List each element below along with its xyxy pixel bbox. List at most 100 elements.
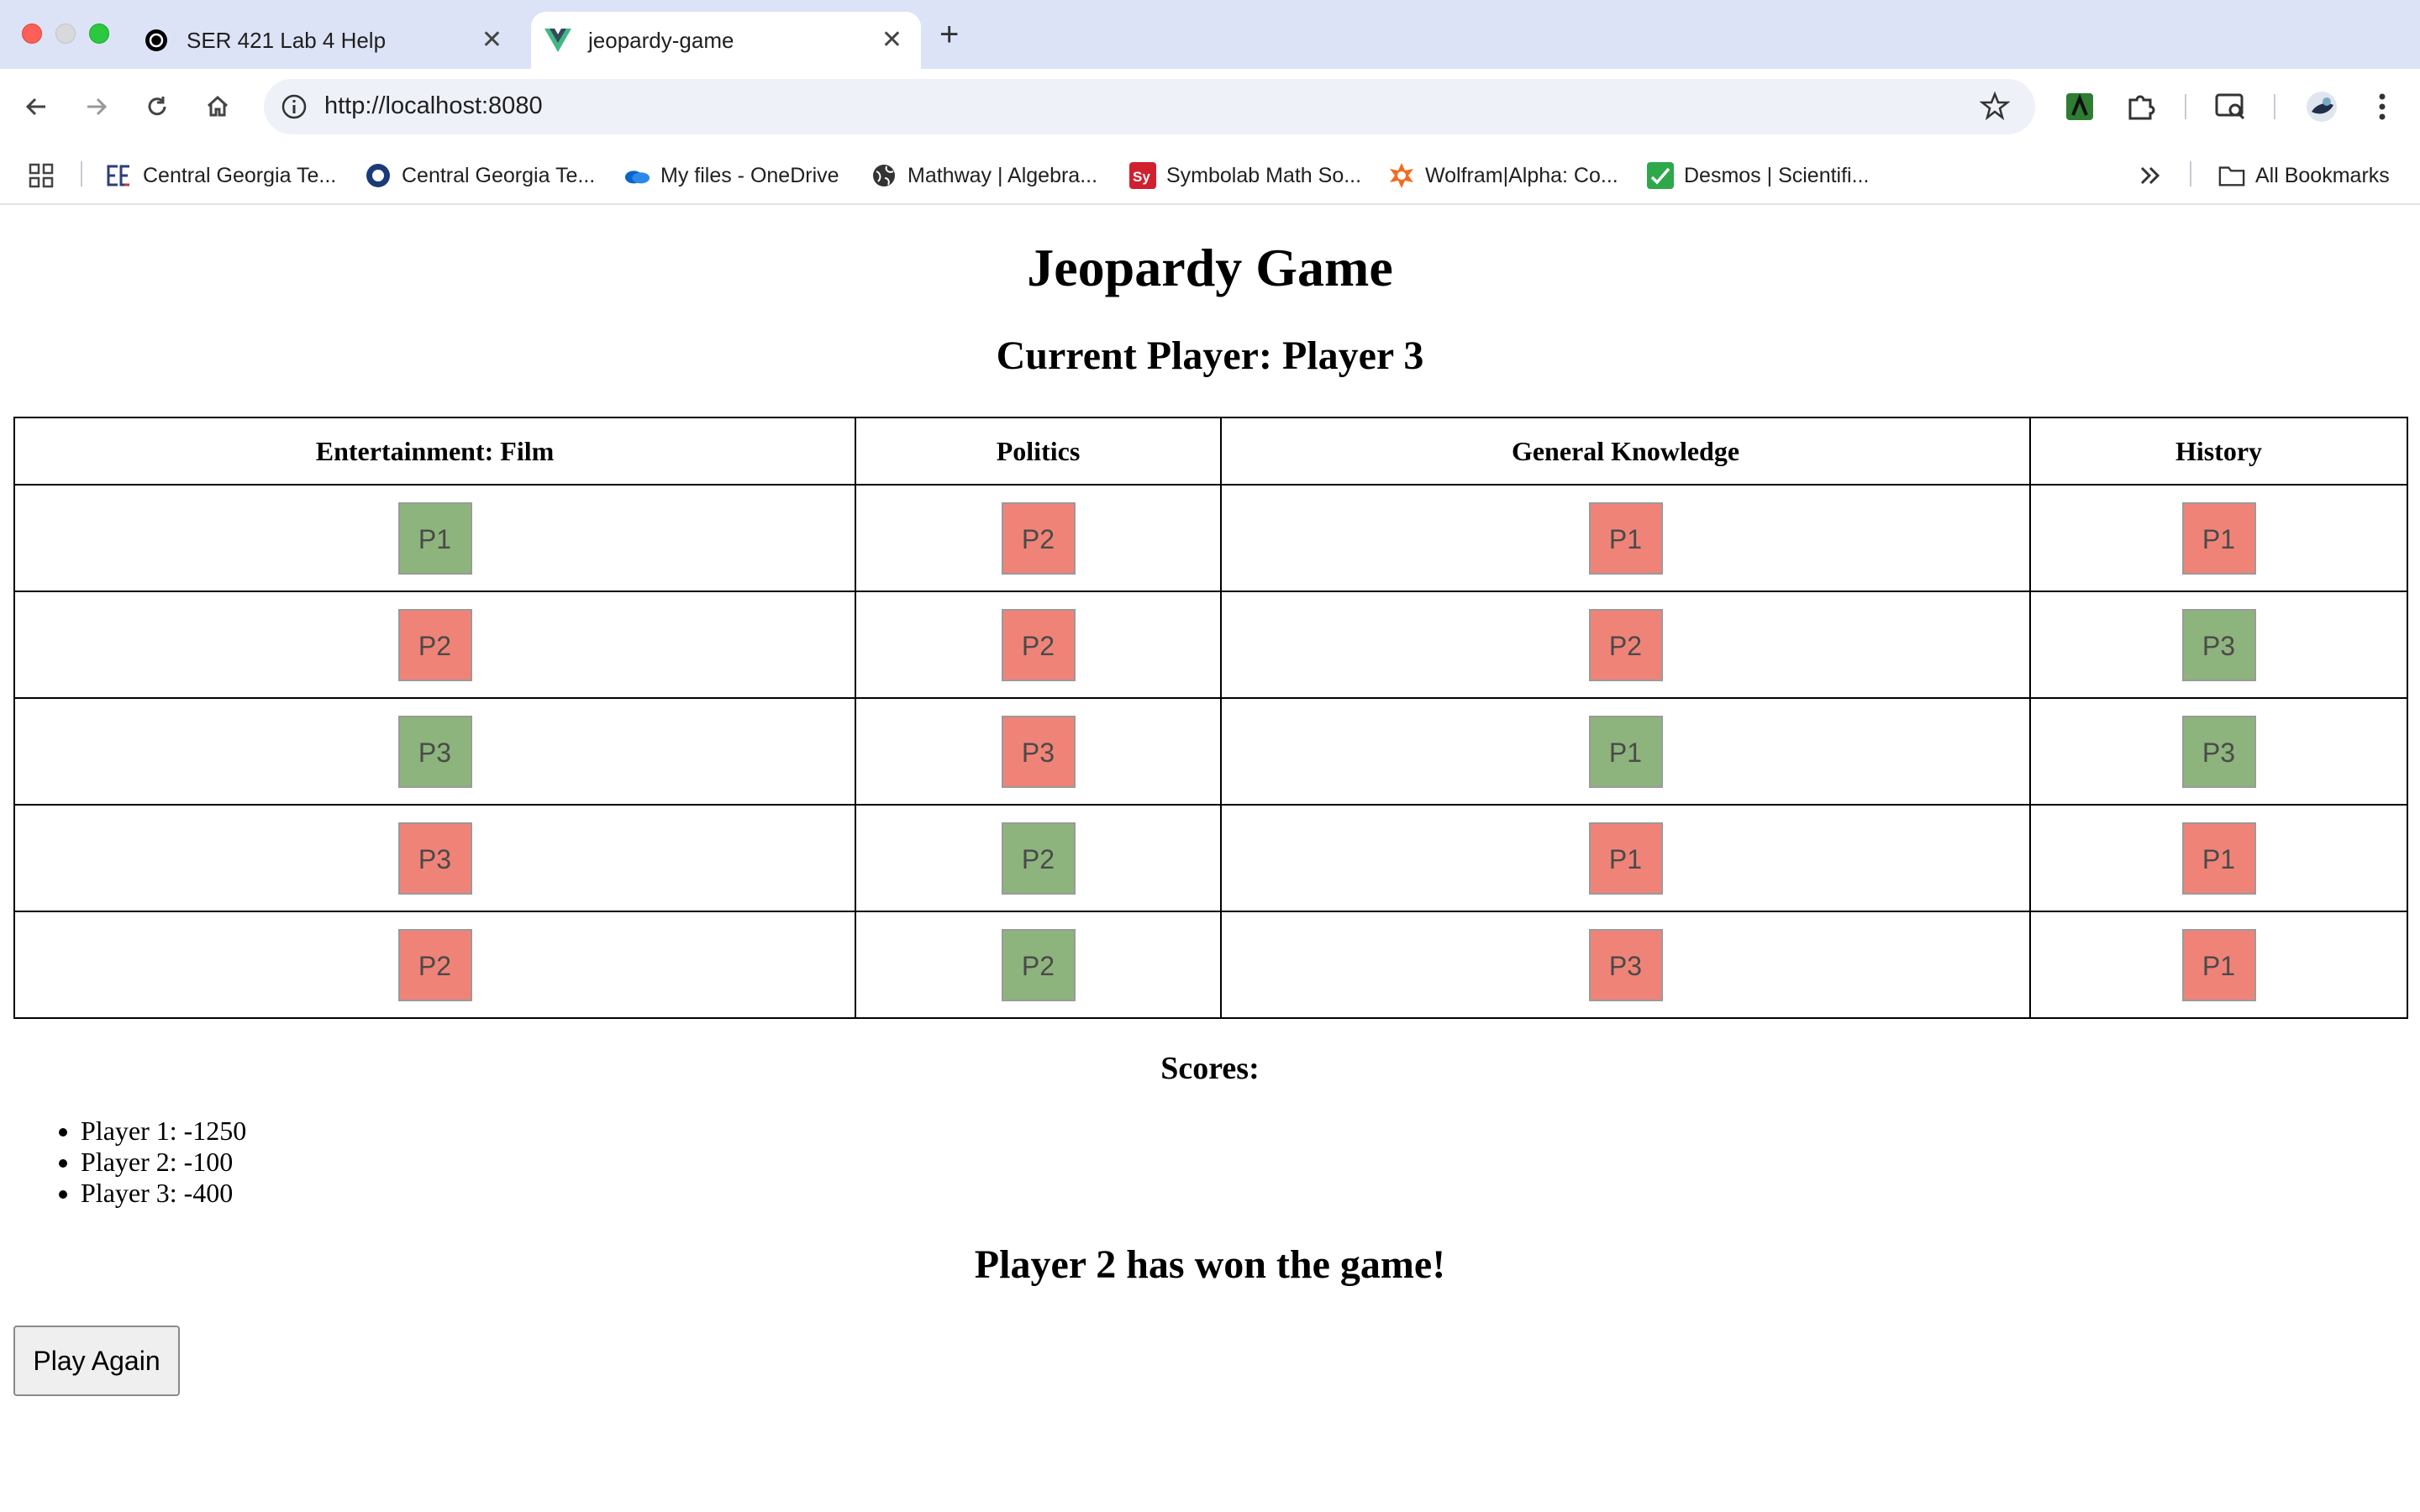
- score-item: Player 1: -1250: [81, 1116, 246, 1147]
- board-cell: P2: [855, 591, 1222, 699]
- bookmark-wolfram[interactable]: Wolfram|Alpha: Co...: [1388, 160, 1618, 192]
- symbolab-icon: Sy: [1129, 162, 1156, 189]
- board-cell: P1: [1220, 484, 2031, 592]
- question-button[interactable]: P2: [1001, 928, 1076, 1001]
- all-bookmarks-button[interactable]: All Bookmarks: [2218, 160, 2390, 192]
- board-row: P1 P2 P1 P1: [13, 484, 2408, 592]
- board-cell: P3: [1220, 911, 2031, 1019]
- tab-ser421[interactable]: SER 421 Lab 4 Help ✕: [134, 12, 521, 69]
- tab-title: SER 421 Lab 4 Help: [187, 27, 387, 53]
- board-row: P3 P2 P1 P1: [13, 804, 2408, 912]
- board-cell: P2: [13, 591, 856, 699]
- extension-icon[interactable]: [2060, 87, 2099, 126]
- site-info-icon[interactable]: [281, 93, 308, 124]
- profile-avatar[interactable]: [2302, 87, 2341, 126]
- question-button[interactable]: P1: [1588, 822, 1663, 895]
- forward-icon[interactable]: [77, 87, 116, 126]
- jeopardy-board: Entertainment: Film Politics General Kno…: [13, 417, 2408, 1019]
- minimize-window-button[interactable]: [55, 24, 76, 44]
- question-button[interactable]: P2: [397, 928, 472, 1001]
- category-header: History: [2029, 417, 2408, 486]
- question-button[interactable]: P1: [2181, 822, 2256, 895]
- new-tab-button[interactable]: +: [939, 12, 959, 57]
- question-button[interactable]: P2: [1001, 822, 1076, 895]
- bookmark-cgtc-2[interactable]: Central Georgia Te...: [365, 160, 595, 192]
- scores-heading: Scores:: [1160, 1051, 1260, 1086]
- browser-toolbar: http://localhost:8080: [0, 69, 2420, 144]
- toolbar-divider: [2274, 94, 2275, 119]
- bookmark-onedrive[interactable]: My files - OneDrive: [623, 160, 839, 192]
- category-header: Entertainment: Film: [13, 417, 856, 486]
- board-cell: P1: [2029, 911, 2408, 1019]
- board-row: P3 P3 P1 P3: [13, 697, 2408, 806]
- tab-jeopardy[interactable]: jeopardy-game ✕: [531, 12, 921, 69]
- question-button[interactable]: P2: [1001, 501, 1076, 575]
- address-bar[interactable]: http://localhost:8080: [264, 79, 2035, 134]
- bookmark-desmos[interactable]: Desmos | Scientifi...: [1647, 160, 1869, 192]
- category-header-row: Entertainment: Film Politics General Kno…: [13, 417, 2408, 486]
- close-tab-icon[interactable]: ✕: [481, 28, 502, 53]
- page-title: Jeopardy Game: [1027, 238, 1393, 297]
- question-button[interactable]: P2: [1001, 608, 1076, 681]
- menu-kebab-icon[interactable]: [2363, 87, 2402, 126]
- bookmarks-divider: [81, 161, 82, 186]
- tab-search-icon[interactable]: [2212, 87, 2250, 126]
- wolfram-icon: [1388, 162, 1415, 189]
- vue-icon: [544, 27, 571, 54]
- board-cell: P2: [855, 911, 1222, 1019]
- url-text: http://localhost:8080: [324, 92, 543, 119]
- extensions-puzzle-icon[interactable]: [2121, 87, 2160, 126]
- board-cell: P1: [2029, 484, 2408, 592]
- board-row: P2 P2 P3 P1: [13, 911, 2408, 1019]
- question-button[interactable]: P3: [1001, 715, 1076, 788]
- board-body: P1 P2 P1 P1 P2 P2 P2 P3 P3 P3 P1 P3 P3 P2 P1 P1 P2 P2 P3 P1: [13, 484, 2408, 1019]
- desmos-icon: [1647, 162, 1674, 189]
- home-icon[interactable]: [198, 87, 237, 126]
- board-cell: P1: [13, 484, 856, 592]
- reload-icon[interactable]: [138, 87, 176, 126]
- board-cell: P1: [1220, 697, 2031, 806]
- question-button[interactable]: P3: [397, 822, 472, 895]
- tab-title: jeopardy-game: [588, 27, 734, 53]
- bookmark-star-icon[interactable]: [1979, 91, 2011, 125]
- openai-icon: [143, 27, 170, 54]
- onedrive-icon: [623, 162, 650, 189]
- close-tab-icon[interactable]: ✕: [881, 28, 902, 53]
- bookmark-symbolab[interactable]: Sy Symbolab Math So...: [1129, 160, 1361, 192]
- question-button[interactable]: P2: [1588, 608, 1663, 681]
- bookmark-cgtc-1[interactable]: Central Georgia Te...: [106, 160, 336, 192]
- apps-grid-icon[interactable]: [29, 160, 54, 192]
- bookmark-mathway[interactable]: Mathway | Algebra...: [871, 160, 1097, 192]
- question-button[interactable]: P3: [2181, 715, 2256, 788]
- circle-logo-icon: [365, 162, 392, 189]
- question-button[interactable]: P3: [1588, 928, 1663, 1001]
- back-icon[interactable]: [17, 87, 55, 126]
- question-button[interactable]: P3: [397, 715, 472, 788]
- page-content: Jeopardy Game Current Player: Player 3 E…: [0, 207, 2420, 1512]
- question-button[interactable]: P1: [1588, 501, 1663, 575]
- board-cell: P3: [855, 697, 1222, 806]
- board-cell: P2: [13, 911, 856, 1019]
- cgtc-icon: [106, 162, 133, 189]
- board-cell: P2: [1220, 591, 2031, 699]
- svg-text:Sy: Sy: [1133, 169, 1150, 185]
- question-button[interactable]: P3: [2181, 608, 2256, 681]
- question-button[interactable]: P1: [1588, 715, 1663, 788]
- board-cell: P2: [855, 804, 1222, 912]
- question-button[interactable]: P1: [2181, 501, 2256, 575]
- category-header: General Knowledge: [1220, 417, 2031, 486]
- board-cell: P2: [855, 484, 1222, 592]
- board-cell: P1: [2029, 804, 2408, 912]
- board-cell: P3: [2029, 697, 2408, 806]
- maximize-window-button[interactable]: [89, 24, 109, 44]
- board-cell: P3: [2029, 591, 2408, 699]
- more-bookmarks-chevron-icon[interactable]: [2139, 160, 2161, 192]
- question-button[interactable]: P1: [397, 501, 472, 575]
- question-button[interactable]: P1: [2181, 928, 2256, 1001]
- close-window-button[interactable]: [22, 24, 42, 44]
- current-player-heading: Current Player: Player 3: [996, 333, 1424, 378]
- play-again-button[interactable]: Play Again: [13, 1326, 180, 1396]
- question-button[interactable]: P2: [397, 608, 472, 681]
- board-cell: P3: [13, 804, 856, 912]
- board-cell: P1: [1220, 804, 2031, 912]
